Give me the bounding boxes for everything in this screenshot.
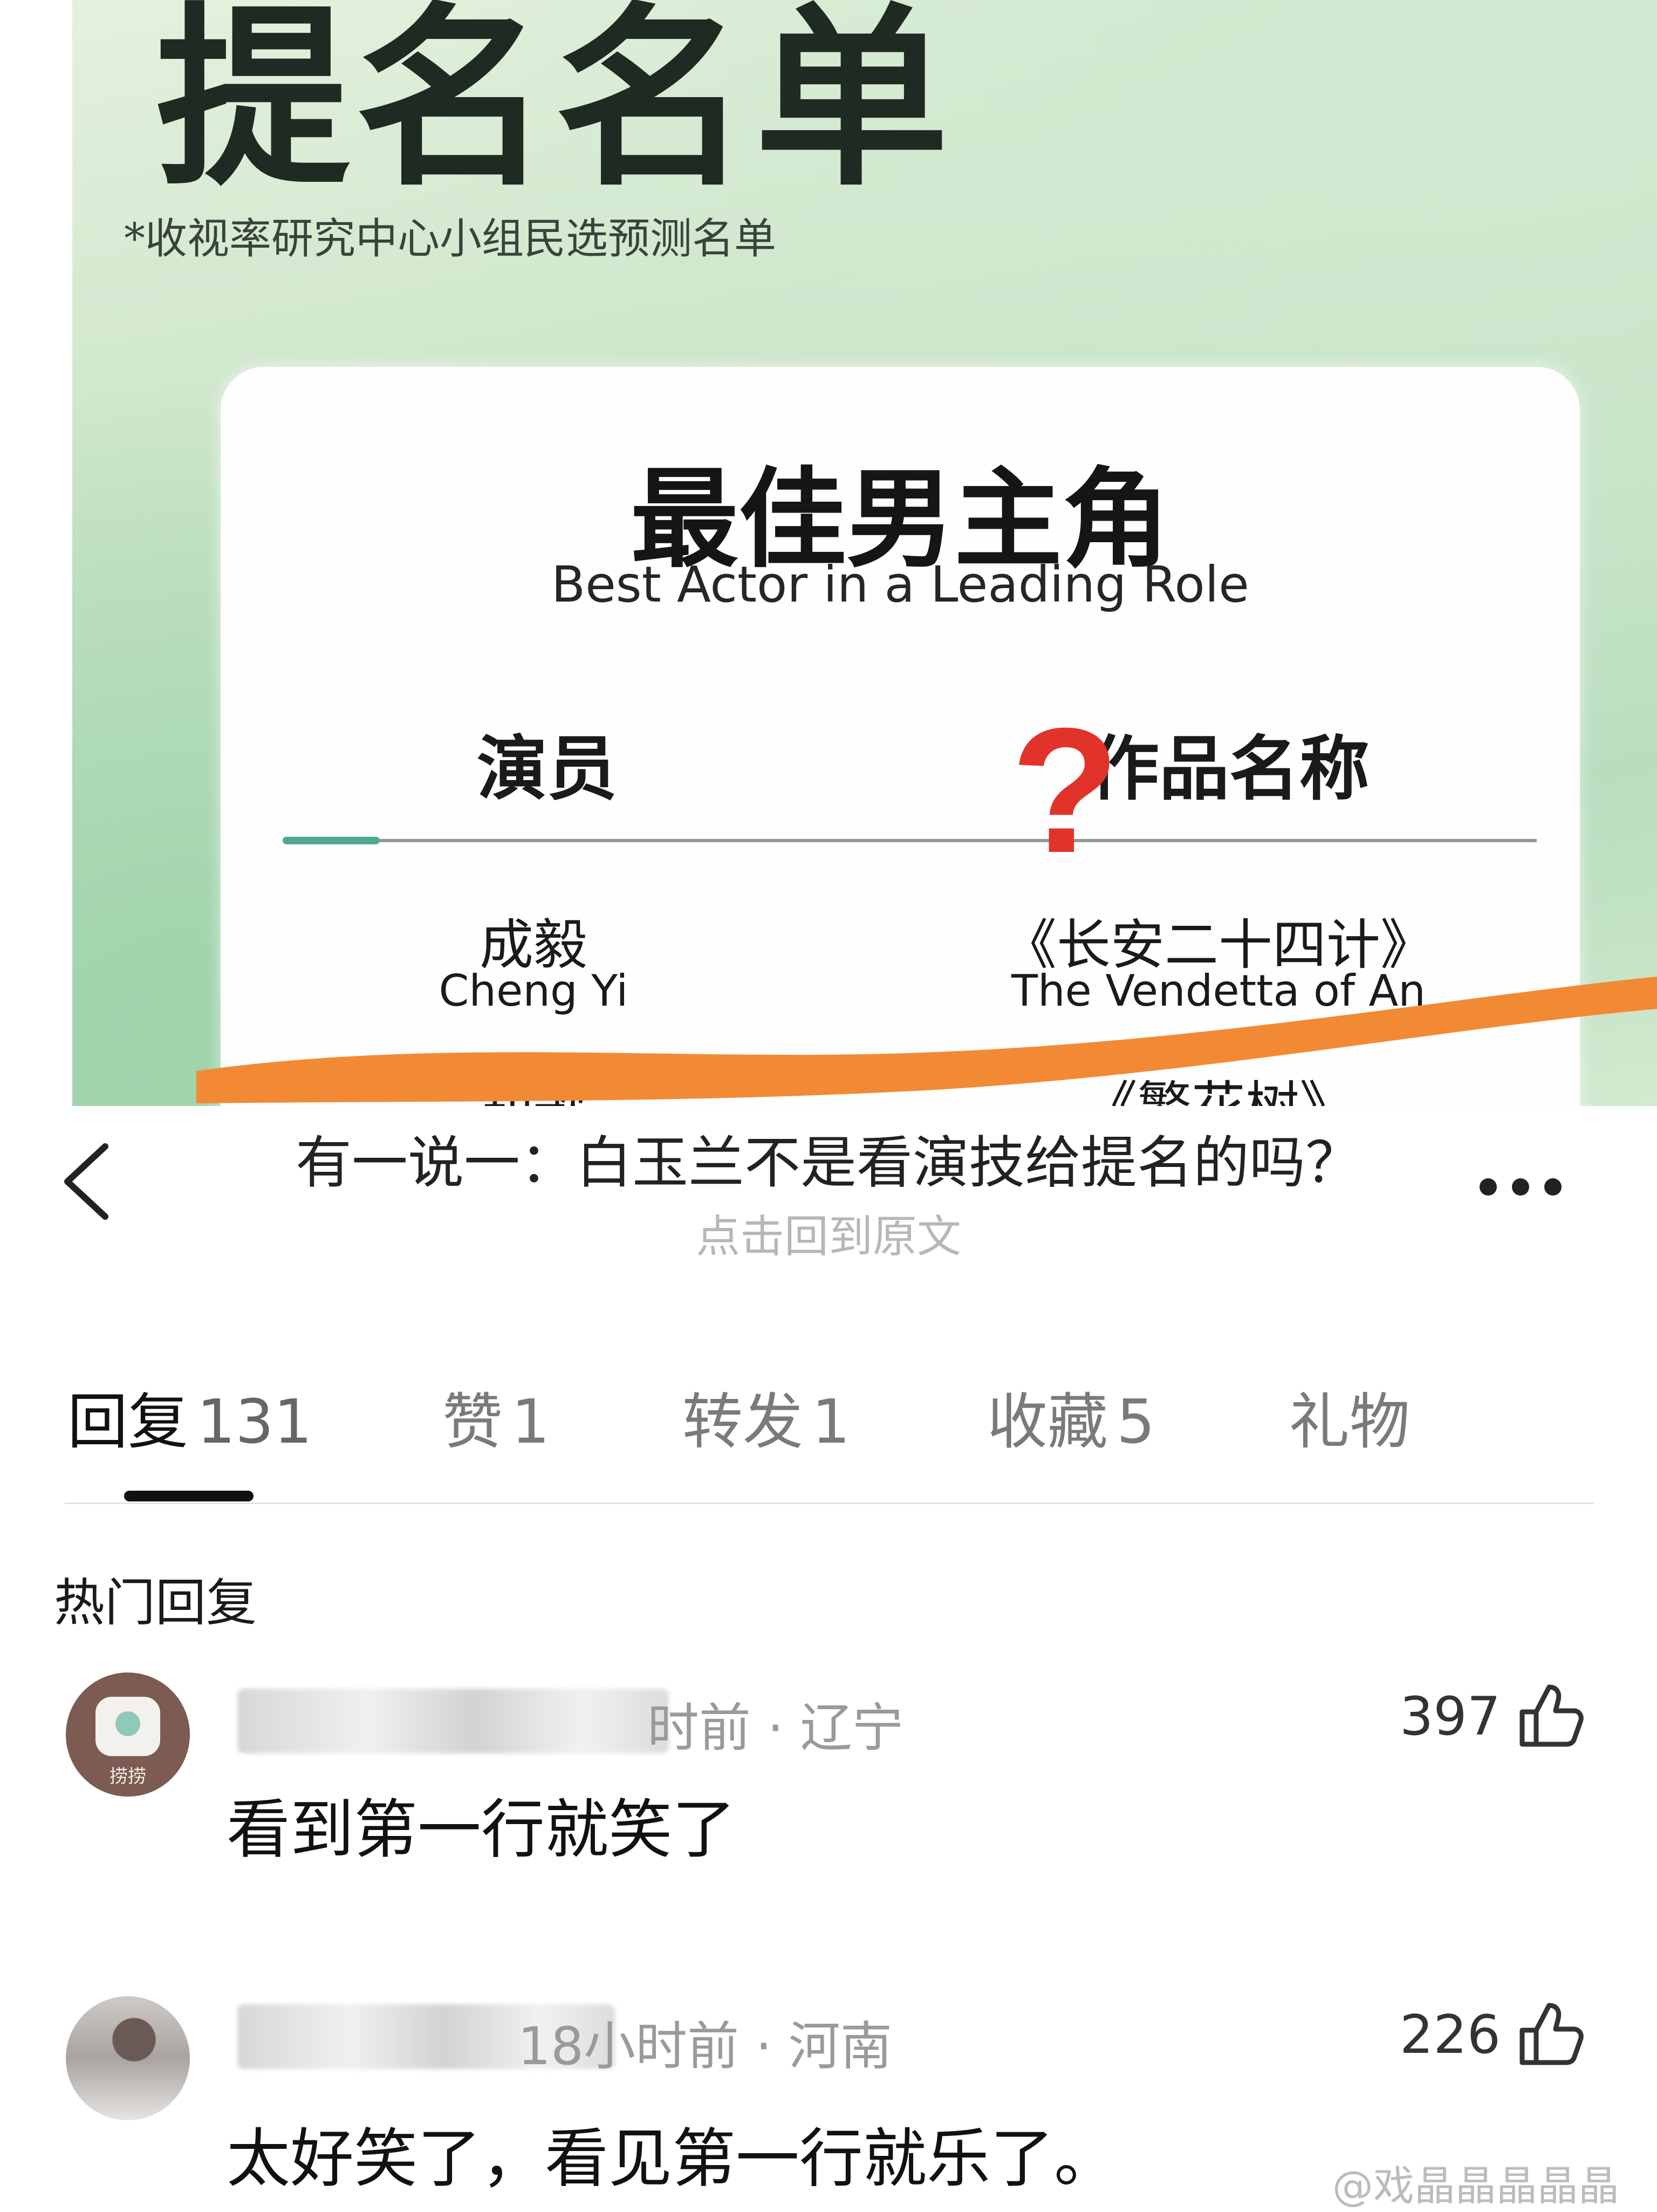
avatar-label: 捞捞 (109, 1766, 146, 1787)
comment-meta: 时前 · 辽宁 (647, 1698, 904, 1758)
post-title[interactable]: 有一说一：白玉兰不是看演技给提名的吗？ (0, 1117, 1657, 1198)
comment-meta: 18小时前 · 河南 (518, 2016, 892, 2077)
tab-likes-label: 赞 (442, 1387, 503, 1457)
row1-actor-en: Cheng Yi (439, 966, 628, 1016)
column-header-work: 作品名称 (1089, 728, 1370, 810)
active-tab-indicator (124, 1491, 254, 1501)
like-count: 226 (1400, 2004, 1501, 2066)
username-blurred[interactable] (237, 1689, 669, 1753)
tab-reposts-count: 1 (812, 1387, 851, 1457)
tab-replies[interactable]: 回复 131 (67, 1373, 312, 1460)
like-count: 397 (1400, 1686, 1501, 1747)
row2-work-partial: 《繁花树》 (868, 1063, 1569, 1106)
post-image[interactable]: 提名名单 *收视率研究中心小组民选预测名单 最佳男主角 Best Actor i… (72, 0, 1657, 1106)
comment-text: 太好笑了，看见第一行就乐了。 (227, 2121, 1118, 2196)
poster-title: 提名名单 (156, 0, 954, 212)
thumbs-up-icon[interactable] (1516, 1681, 1586, 1751)
tab-reposts[interactable]: 转发 1 (682, 1373, 850, 1460)
avatar[interactable] (66, 1996, 190, 2120)
divider-accent (283, 837, 380, 844)
comment-text: 看到第一行就笑了 (227, 1792, 736, 1867)
tab-replies-label: 回复 (67, 1387, 188, 1457)
more-options-icon[interactable] (1475, 1171, 1567, 1203)
row1-work-en: The Vendetta of An (1011, 966, 1426, 1016)
back-to-original-link[interactable]: 点击回到原文 (0, 1200, 1657, 1265)
tabs-divider (65, 1503, 1594, 1504)
tab-likes[interactable]: 赞1 (442, 1373, 550, 1460)
tab-favorites-label: 收藏 (987, 1387, 1108, 1457)
tab-replies-count: 131 (197, 1387, 312, 1457)
avatar[interactable]: 捞捞 (66, 1672, 190, 1797)
tab-likes-count: 1 (511, 1387, 550, 1457)
nomination-card: 最佳男主角 Best Actor in a Leading Role 演员 作品… (221, 367, 1580, 1106)
tab-gifts[interactable]: 礼物 (1289, 1373, 1410, 1460)
tab-favorites-count: 5 (1117, 1387, 1155, 1457)
question-mark-annotation: ? (1011, 691, 1120, 890)
tab-gifts-label: 礼物 (1289, 1387, 1410, 1457)
poster-subtitle: *收视率研究中心小组民选预测名单 (124, 215, 777, 263)
category-subtitle: Best Actor in a Leading Role (551, 556, 1249, 613)
avatar-dot (115, 1711, 140, 1736)
column-header-actor: 演员 (477, 728, 618, 810)
watermark: @戏晶晶晶晶晶 (1332, 2162, 1619, 2210)
tab-reposts-label: 转发 (682, 1387, 803, 1457)
table-divider (283, 839, 1537, 842)
row2-actor-partial: 胡歌 (372, 1063, 695, 1106)
tab-favorites[interactable]: 收藏 5 (987, 1373, 1155, 1460)
thumbs-up-icon[interactable] (1516, 1999, 1586, 2069)
hot-replies-heading: 热门回复 (54, 1574, 257, 1633)
